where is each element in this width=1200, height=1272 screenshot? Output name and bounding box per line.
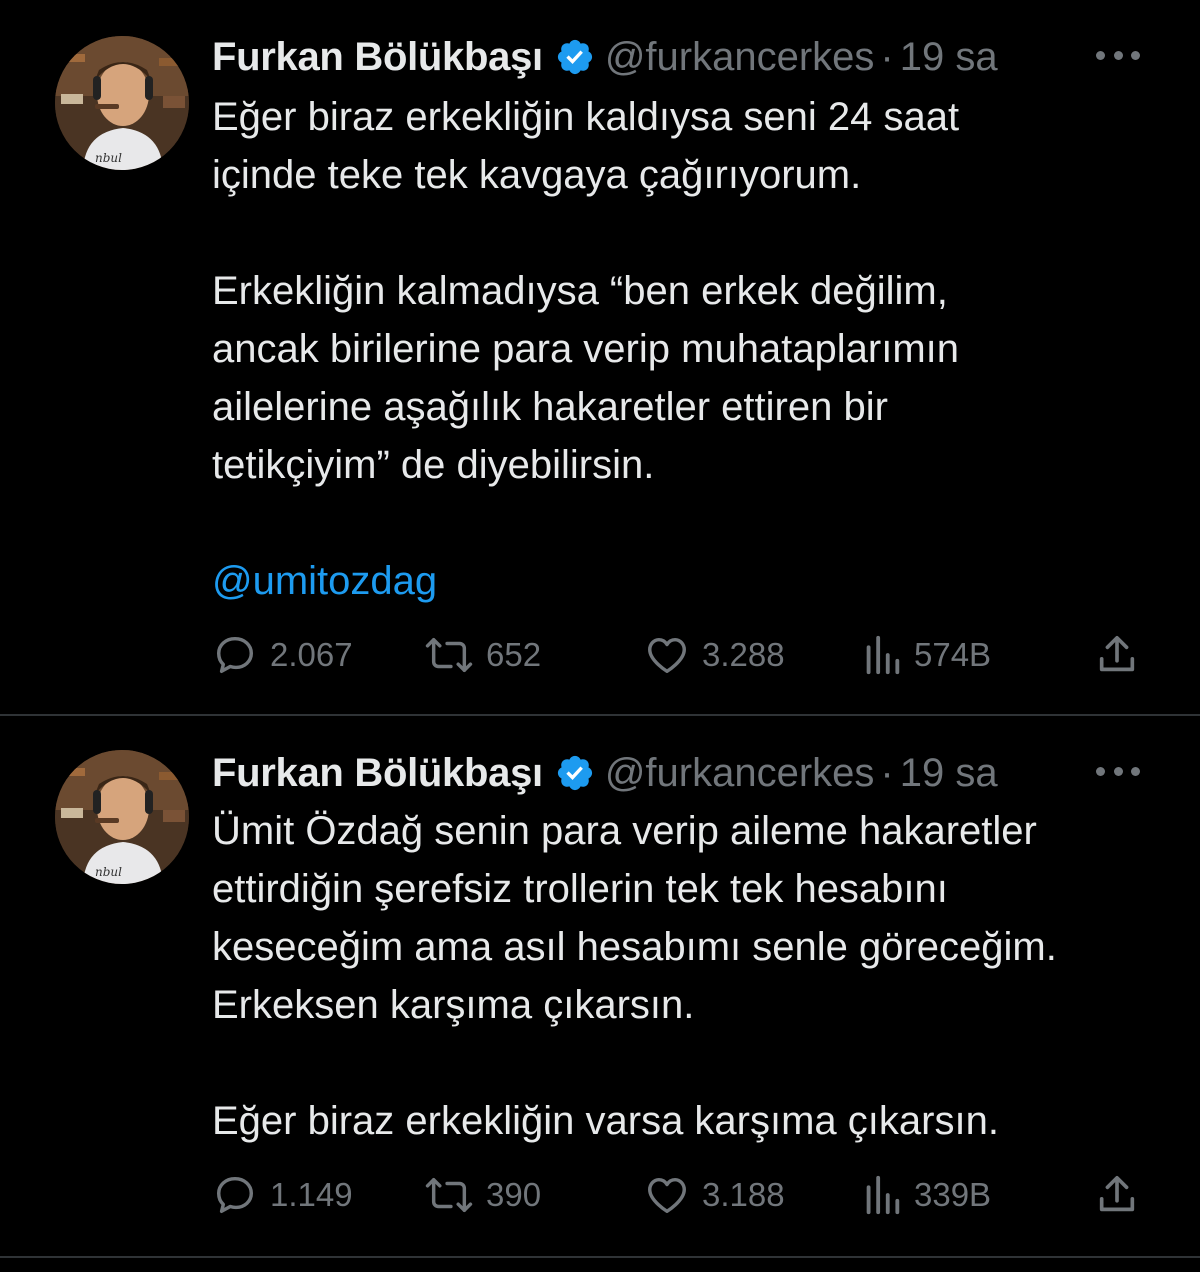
tweet-line-break <box>212 1034 1172 1092</box>
like-count: 3.188 <box>702 1176 785 1213</box>
share-button[interactable] <box>1094 630 1140 680</box>
tweet-line-break <box>212 204 1172 262</box>
views-count: 574B <box>914 636 992 673</box>
views-button[interactable]: 574B <box>862 630 991 680</box>
like-button[interactable]: 3.188 <box>644 1170 785 1220</box>
author-name[interactable]: Furkan Bölükbaşı <box>212 35 543 80</box>
tweet-line: içinde teke tek kavgaya çağırıyorum. <box>212 153 862 197</box>
tweet-line: Eğer biraz erkekliğin kaldıysa seni 24 s… <box>212 95 960 139</box>
tweet-header: Furkan Bölükbaşı @furkancerkes · 19 sa <box>212 32 998 82</box>
share-icon <box>1099 635 1135 672</box>
tweet-line: keseceğim ama asıl hesabımı senle görece… <box>212 925 1057 969</box>
like-icon <box>648 637 686 674</box>
retweet-icon <box>425 637 473 673</box>
retweet-icon <box>425 1177 473 1213</box>
tweet-text: Eğer biraz erkekliğin kaldıysa seni 24 s… <box>212 88 1172 610</box>
tweet-line: Eğer biraz erkekliğin varsa karşıma çıka… <box>212 1099 999 1143</box>
share-button[interactable] <box>1094 1170 1140 1220</box>
like-count: 3.288 <box>702 636 785 673</box>
share-icon <box>1099 1175 1135 1212</box>
views-button[interactable]: 339B <box>862 1170 991 1220</box>
action-bar: 2.067 652 3.288 574B <box>0 630 1200 680</box>
more-icon[interactable] <box>1096 764 1140 778</box>
reply-count: 1.149 <box>270 1176 353 1213</box>
tweet-text: Ümit Özdağ senin para verip aileme hakar… <box>212 802 1172 1150</box>
tweet[interactable]: nbul Furkan Bölükbaşı @furkancerkes · 19… <box>0 716 1200 1256</box>
retweet-count: 390 <box>486 1176 542 1213</box>
avatar[interactable]: nbul <box>55 750 189 884</box>
retweet-button[interactable]: 652 <box>424 630 541 680</box>
reply-button[interactable]: 1.149 <box>212 1170 353 1220</box>
retweet-button[interactable]: 390 <box>424 1170 541 1220</box>
reply-icon <box>216 636 254 674</box>
timestamp[interactable]: 19 sa <box>900 751 998 796</box>
mention-link[interactable]: @umitozdag <box>212 552 1172 610</box>
tweet-line: Erkekliğin kalmadıysa “ben erkek değilim… <box>212 269 948 313</box>
reply-count: 2.067 <box>270 636 353 673</box>
svg-text:nbul: nbul <box>95 865 122 879</box>
author-handle[interactable]: @furkancerkes <box>605 751 875 796</box>
views-icon <box>866 1175 900 1215</box>
like-button[interactable]: 3.288 <box>644 630 785 680</box>
avatar[interactable]: nbul <box>55 36 189 170</box>
tweet-line: tetikçiyim” de diyebilirsin. <box>212 443 655 487</box>
tweet-line: Erkeksen karşıma çıkarsın. <box>212 983 695 1027</box>
timestamp[interactable]: 19 sa <box>900 35 998 80</box>
views-count: 339B <box>914 1176 992 1213</box>
tweet-line-break <box>212 494 1172 552</box>
tweet-line: ettirdiğin şerefsiz trollerin tek tek he… <box>212 867 948 911</box>
timeline: nbul Furkan Bölükbaşı @furkancerkes · 19… <box>0 0 1200 1272</box>
author-name[interactable]: Furkan Bölükbaşı <box>212 751 543 796</box>
svg-text:nbul: nbul <box>95 151 122 165</box>
separator: · <box>880 34 894 79</box>
retweet-count: 652 <box>486 636 542 673</box>
divider <box>0 1256 1200 1258</box>
tweet-line: ancak birilerine para verip muhataplarım… <box>212 327 960 371</box>
verified-badge-icon <box>557 755 592 791</box>
tweet[interactable]: nbul Furkan Bölükbaşı @furkancerkes · 19… <box>0 0 1200 714</box>
tweet-line: ailelerine aşağılık hakaretler ettiren b… <box>212 385 888 429</box>
separator: · <box>880 750 894 795</box>
tweet-line: Ümit Özdağ senin para verip aileme hakar… <box>212 809 1037 853</box>
verified-badge-icon <box>557 39 592 75</box>
reply-icon <box>216 1176 254 1214</box>
author-handle[interactable]: @furkancerkes <box>605 35 875 80</box>
tweet-header: Furkan Bölükbaşı @furkancerkes · 19 sa <box>212 748 998 798</box>
action-bar: 1.149 390 3.188 339B <box>0 1170 1200 1220</box>
views-icon <box>866 635 900 675</box>
reply-button[interactable]: 2.067 <box>212 630 353 680</box>
more-icon[interactable] <box>1096 48 1140 62</box>
like-icon <box>648 1177 686 1214</box>
